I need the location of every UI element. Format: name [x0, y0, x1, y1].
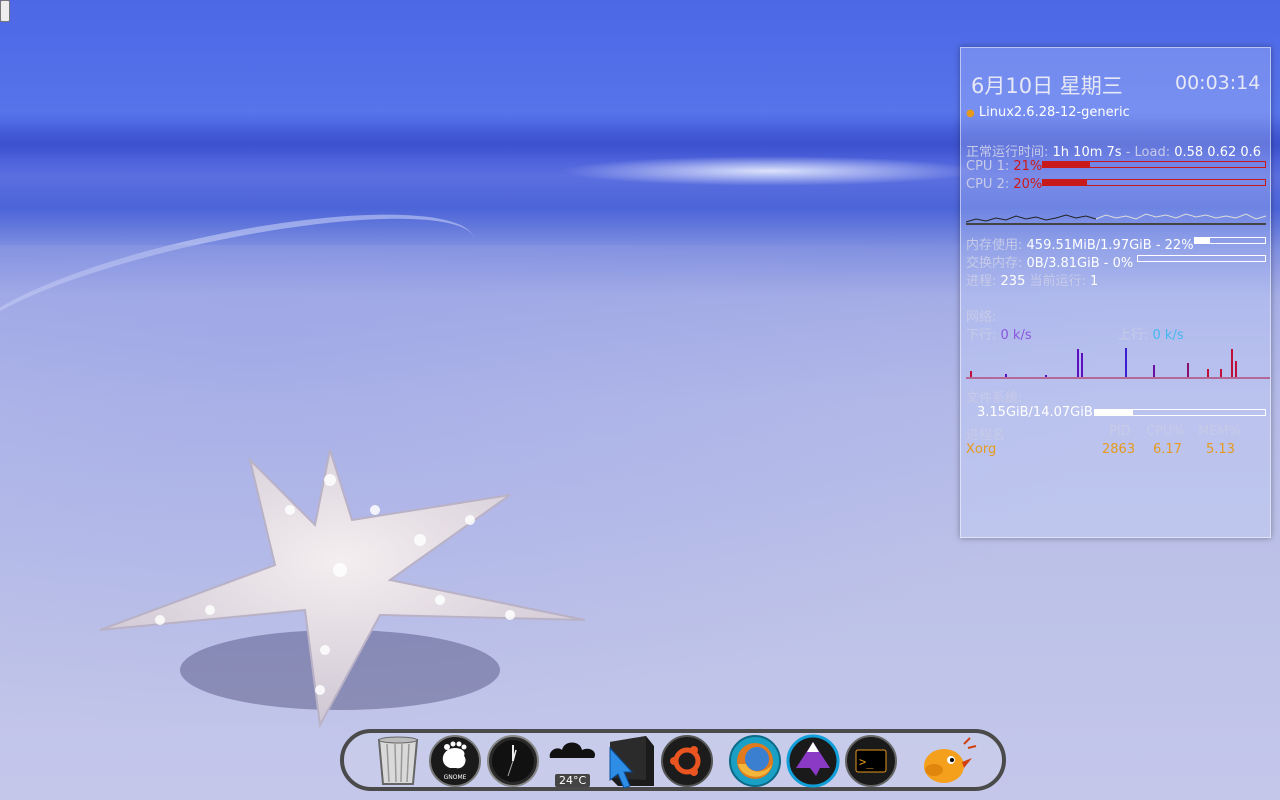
memory-bar: [1194, 237, 1266, 244]
cpu-graph: [966, 213, 1266, 225]
processes-value: 235: [1000, 274, 1026, 289]
ubuntu-icon[interactable]: [660, 734, 714, 788]
mem-header: MEM%: [1198, 424, 1241, 439]
upload-value: 0 k/s: [1152, 328, 1184, 343]
processes-label: 进程:: [966, 274, 997, 289]
process-pid: 2863: [1102, 442, 1136, 457]
process-cpu: 6.17: [1153, 442, 1182, 457]
network-label: 网络:: [966, 310, 997, 325]
process-name: Xorg: [966, 442, 997, 457]
time-label: 00:03:14: [1175, 72, 1261, 94]
running-value: 1: [1090, 274, 1099, 289]
swap-label: 交换内存:: [966, 256, 1023, 271]
pid-header: PID: [1109, 424, 1131, 439]
cpu1-value: 21%: [1013, 159, 1043, 174]
trash-icon[interactable]: [371, 734, 425, 788]
wave-foam: [560, 156, 980, 186]
bird-icon[interactable]: [918, 734, 978, 788]
cpu2-label: CPU 2:: [966, 177, 1010, 192]
uptime-label: 正常运行时间:: [966, 145, 1049, 160]
cpu1-bar: [1042, 161, 1266, 168]
running-label: 当前运行:: [1029, 274, 1086, 289]
network-graph: [966, 348, 1270, 379]
cursor-app-icon[interactable]: [602, 734, 656, 788]
starfish-image: [99, 449, 586, 729]
filesystem-label: 文件系统:: [966, 391, 1023, 406]
terminal-icon[interactable]: >_: [844, 734, 898, 788]
download-value: 0 k/s: [1000, 328, 1032, 343]
weather-temperature: 24°C: [555, 774, 591, 787]
memory-label: 内存使用:: [966, 238, 1023, 253]
clock-icon[interactable]: [486, 734, 540, 788]
swap-value: 0B/3.81GiB - 0%: [1026, 256, 1134, 271]
gnome-icon[interactable]: GNOME: [428, 734, 482, 788]
system-monitor-panel: 6月10日 星期三 00:03:14 ● Linux2.6.28-12-gene…: [960, 47, 1271, 538]
filesystem-bar: [1094, 409, 1266, 416]
svg-text:GNOME: GNOME: [444, 774, 467, 781]
panel-handle[interactable]: [0, 0, 10, 22]
uptime-value: 1h 10m 7s: [1052, 145, 1122, 160]
process-name-header: 进程名: [966, 428, 1006, 443]
kernel-label: Linux2.6.28-12-generic: [978, 105, 1130, 120]
download-label: 下行:: [966, 328, 997, 343]
ubuntu-icon: ●: [966, 108, 975, 119]
svg-text:>_: >_: [859, 755, 874, 769]
process-mem: 5.13: [1206, 442, 1235, 457]
load-label: - Load:: [1121, 145, 1171, 160]
load-value: 0.58 0.62 0.6: [1174, 145, 1262, 160]
cpu-header: CPU%: [1146, 424, 1185, 439]
cpu2-value: 20%: [1013, 177, 1043, 192]
cpu2-bar: [1042, 179, 1266, 186]
firefox-icon[interactable]: [728, 734, 782, 788]
memory-value: 459.51MiB/1.97GiB - 22%: [1026, 238, 1194, 253]
inkscape-icon[interactable]: [786, 734, 840, 788]
date-label: 6月10日 星期三: [971, 74, 1123, 98]
filesystem-value: 3.15GiB/14.07GiB: [977, 405, 1093, 420]
swap-bar: [1137, 255, 1266, 262]
upload-label: 上行:: [1118, 328, 1149, 343]
cpu1-label: CPU 1:: [966, 159, 1010, 174]
